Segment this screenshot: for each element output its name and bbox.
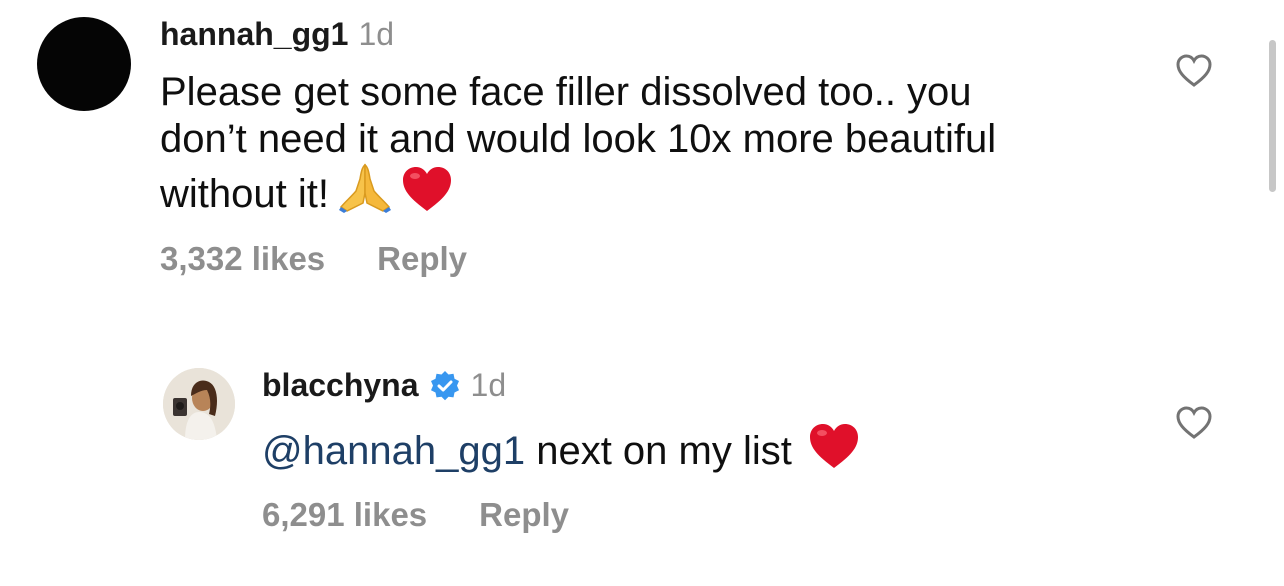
heart-outline-icon[interactable] [1176,406,1212,440]
timestamp: 1d [470,367,507,403]
comment-line: don’t need it and would look 10x more be… [160,117,997,161]
reply-blacchyna: blacchyna 1d @hannah_gg1 next on my list… [0,340,1284,586]
comment-line: Please get some face filler dissolved to… [160,70,972,114]
reply-actions: 6,291 likes Reply [262,496,569,534]
red-heart-icon [401,165,453,224]
heart-outline-icon[interactable] [1176,54,1212,88]
scrollbar[interactable] [1269,40,1276,192]
reply-button[interactable]: Reply [479,496,569,534]
username[interactable]: hannah_gg1 [160,16,348,53]
reply-text-body: next on my list [536,429,792,473]
comment-line-text: without it! [160,172,329,216]
comment-hannah: hannah_gg1 1d Please get some face fille… [0,0,1284,300]
verified-badge-icon [429,370,461,402]
reply-header: blacchyna 1d [262,367,506,404]
avatar[interactable] [163,368,235,440]
red-heart-icon [808,422,860,481]
timestamp: 1d [358,16,395,52]
comment-text: Please get some face filler dissolved to… [160,69,996,224]
likes-count[interactable]: 3,332 likes [160,240,325,278]
comment-actions: 3,332 likes Reply [160,240,467,278]
comment-line-last: without it! [160,163,996,224]
avatar[interactable] [37,17,131,111]
mention-link[interactable]: @hannah_gg1 [262,429,525,473]
username[interactable]: blacchyna [262,367,419,404]
comment-header: hannah_gg1 1d [160,16,394,53]
reply-button[interactable]: Reply [377,240,467,278]
folded-hands-icon [338,163,391,224]
reply-text: @hannah_gg1 next on my list [262,422,860,481]
likes-count[interactable]: 6,291 likes [262,496,427,534]
